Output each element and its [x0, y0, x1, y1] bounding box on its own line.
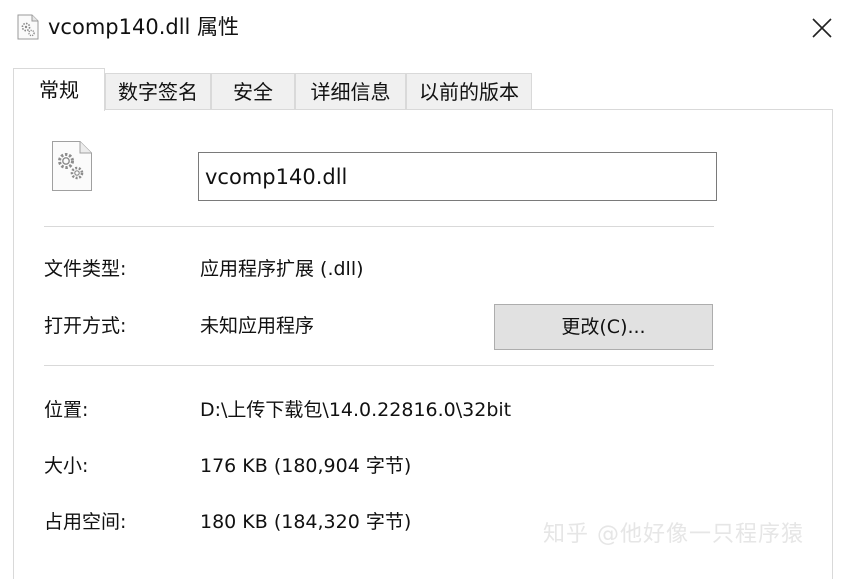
tab-bar: 常规 数字签名 安全 详细信息 以前的版本 [13, 68, 843, 111]
dll-file-icon [51, 140, 93, 192]
close-button[interactable] [794, 0, 850, 56]
tab-previous-versions[interactable]: 以前的版本 [406, 73, 532, 109]
opens-with-label: 打开方式: [44, 315, 127, 337]
size-label: 大小: [44, 455, 89, 477]
tab-digital-signatures[interactable]: 数字签名 [105, 73, 211, 109]
size-on-disk-label: 占用空间: [44, 511, 127, 533]
opens-with-value: 未知应用程序 [200, 315, 315, 337]
window-title: vcomp140.dll 属性 [48, 15, 240, 39]
tab-security[interactable]: 安全 [211, 73, 295, 109]
dll-file-icon [17, 14, 39, 40]
file-type-value: 应用程序扩展 (.dll) [200, 258, 364, 280]
location-value: D:\上传下载包\14.0.22816.0\32bit [200, 399, 512, 421]
watermark: 知乎 @他好像一只程序猿 [543, 522, 804, 547]
file-type-label: 文件类型: [44, 258, 127, 280]
size-on-disk-value: 180 KB (184,320 字节) [200, 511, 412, 533]
title-bar: vcomp140.dll 属性 [0, 0, 850, 56]
tab-details[interactable]: 详细信息 [295, 73, 406, 109]
file-name-input[interactable] [198, 152, 717, 201]
separator [44, 226, 714, 227]
size-value: 176 KB (180,904 字节) [200, 455, 412, 477]
close-icon [812, 18, 832, 38]
tab-general[interactable]: 常规 [13, 68, 105, 111]
separator [44, 365, 714, 366]
change-button[interactable]: 更改(C)... [494, 304, 713, 350]
location-label: 位置: [44, 399, 89, 421]
